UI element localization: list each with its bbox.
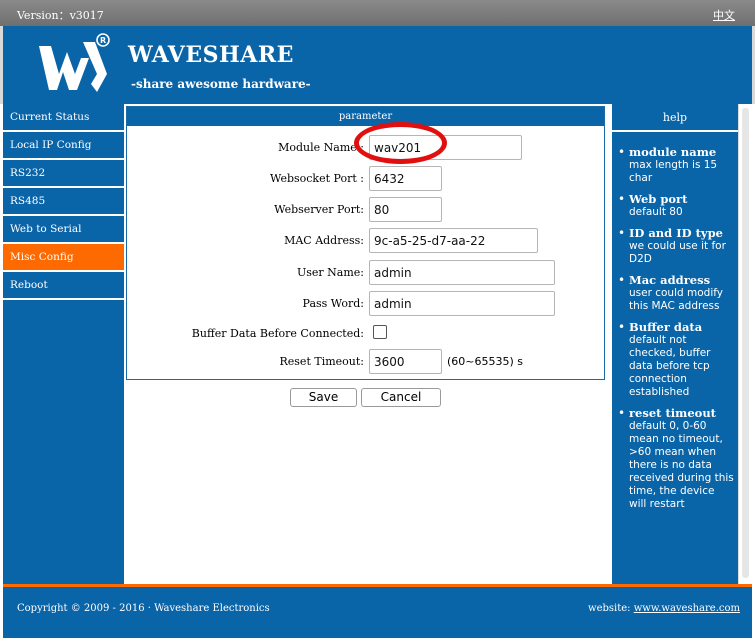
mac-address-label: MAC Address: <box>284 234 364 247</box>
website-info: website: www.waveshare.com <box>588 603 740 614</box>
help-item-title: reset timeout <box>629 406 716 420</box>
version-label: Version：v3017 <box>17 9 104 22</box>
brand-tagline: -share awesome hardware- <box>131 77 311 91</box>
help-panel: help module namemax length is 15 char We… <box>612 104 738 584</box>
help-item-title: Mac address <box>629 273 711 287</box>
websocket-port-label: Websocket Port : <box>270 172 364 185</box>
copyright-text: Copyright © 2009 - 2016 · Waveshare Elec… <box>17 603 270 614</box>
mac-address-input[interactable] <box>369 228 538 253</box>
help-title: help <box>612 104 738 132</box>
row-webserver-port: Webserver Port: <box>127 197 604 222</box>
nav-item-local-ip-config[interactable]: Local IP Config <box>3 132 124 160</box>
row-module-name: Module Name : <box>127 135 604 160</box>
nav-item-reboot[interactable]: Reboot <box>3 272 124 300</box>
help-scrollbar[interactable] <box>738 104 752 584</box>
language-switch-link[interactable]: 中文 <box>713 7 735 23</box>
help-item-text: max length is 15 char <box>629 159 718 184</box>
help-item: module namemax length is 15 char <box>618 146 734 185</box>
help-item-title: Web port <box>629 192 688 206</box>
website-label: website: <box>588 603 634 614</box>
cancel-button[interactable]: Cancel <box>361 388 441 407</box>
waveshare-logo-icon: R <box>39 33 110 92</box>
row-websocket-port: Websocket Port : <box>127 166 604 191</box>
panel-title: parameter <box>127 107 604 126</box>
module-name-label: Module Name : <box>278 141 364 154</box>
help-item-text: user could modify this MAC address <box>629 287 723 312</box>
help-item-text: default 80 <box>629 206 683 218</box>
website-link[interactable]: www.waveshare.com <box>634 603 740 614</box>
help-scrollbar-thumb[interactable] <box>742 108 749 578</box>
webserver-port-input[interactable] <box>369 197 442 222</box>
help-list: module namemax length is 15 char Web por… <box>612 132 738 511</box>
top-bar: Version：v3017 中文 <box>0 0 755 26</box>
help-item: ID and ID typewe could use it for D2D <box>618 227 734 266</box>
help-item: Buffer datadefault not checked, buffer d… <box>618 321 734 399</box>
sidebar-nav: Current Status Local IP Config RS232 RS4… <box>3 104 124 584</box>
nav-item-rs485[interactable]: RS485 <box>3 188 124 216</box>
buffer-data-checkbox[interactable] <box>373 325 387 339</box>
help-item-text: we could use it for D2D <box>629 240 726 265</box>
brand-name: WAVESHARE <box>128 42 294 68</box>
main-content: parameter Module Name : Websocket Port :… <box>124 104 612 584</box>
reset-timeout-label: Reset Timeout: <box>279 355 365 368</box>
module-name-input[interactable] <box>369 135 522 160</box>
reset-timeout-input[interactable] <box>369 349 442 374</box>
help-item-text: default 0, 0-60 mean no timeout, >60 mea… <box>629 420 734 510</box>
help-item-title: ID and ID type <box>629 226 723 240</box>
site-header: R WAVESHARE -share awesome hardware- <box>0 26 755 104</box>
help-item: Web portdefault 80 <box>618 193 734 219</box>
nav-item-web-to-serial[interactable]: Web to Serial <box>3 216 124 244</box>
save-button[interactable]: Save <box>290 388 357 407</box>
row-pass-word: Pass Word: <box>127 291 604 316</box>
help-item-title: Buffer data <box>629 320 703 334</box>
row-reset-timeout: Reset Timeout: (60~65535) s <box>127 349 604 374</box>
svg-text:R: R <box>100 36 106 45</box>
websocket-port-input[interactable] <box>369 166 442 191</box>
row-buffer-data: Buffer Data Before Connected: <box>127 321 604 346</box>
buffer-data-label: Buffer Data Before Connected: <box>191 327 364 340</box>
reset-timeout-range-hint: (60~65535) s <box>447 355 524 368</box>
nav-item-misc-config[interactable]: Misc Config <box>3 244 124 272</box>
user-name-label: User Name: <box>296 266 364 279</box>
nav-item-current-status[interactable]: Current Status <box>3 104 124 132</box>
webserver-port-label: Webserver Port: <box>274 203 364 216</box>
help-item: Mac addressuser could modify this MAC ad… <box>618 274 734 313</box>
site-footer: Copyright © 2009 - 2016 · Waveshare Elec… <box>3 584 752 638</box>
parameter-panel: parameter Module Name : Websocket Port :… <box>126 106 605 380</box>
help-item-title: module name <box>629 145 717 159</box>
row-mac-address: MAC Address: <box>127 228 604 253</box>
user-name-input[interactable] <box>369 260 555 285</box>
help-item-text: default not checked, buffer data before … <box>629 334 711 398</box>
nav-item-rs232[interactable]: RS232 <box>3 160 124 188</box>
row-user-name: User Name: <box>127 260 604 285</box>
help-item: reset timeoutdefault 0, 0-60 mean no tim… <box>618 407 734 511</box>
pass-word-input[interactable] <box>369 291 555 316</box>
pass-word-label: Pass Word: <box>302 297 364 310</box>
